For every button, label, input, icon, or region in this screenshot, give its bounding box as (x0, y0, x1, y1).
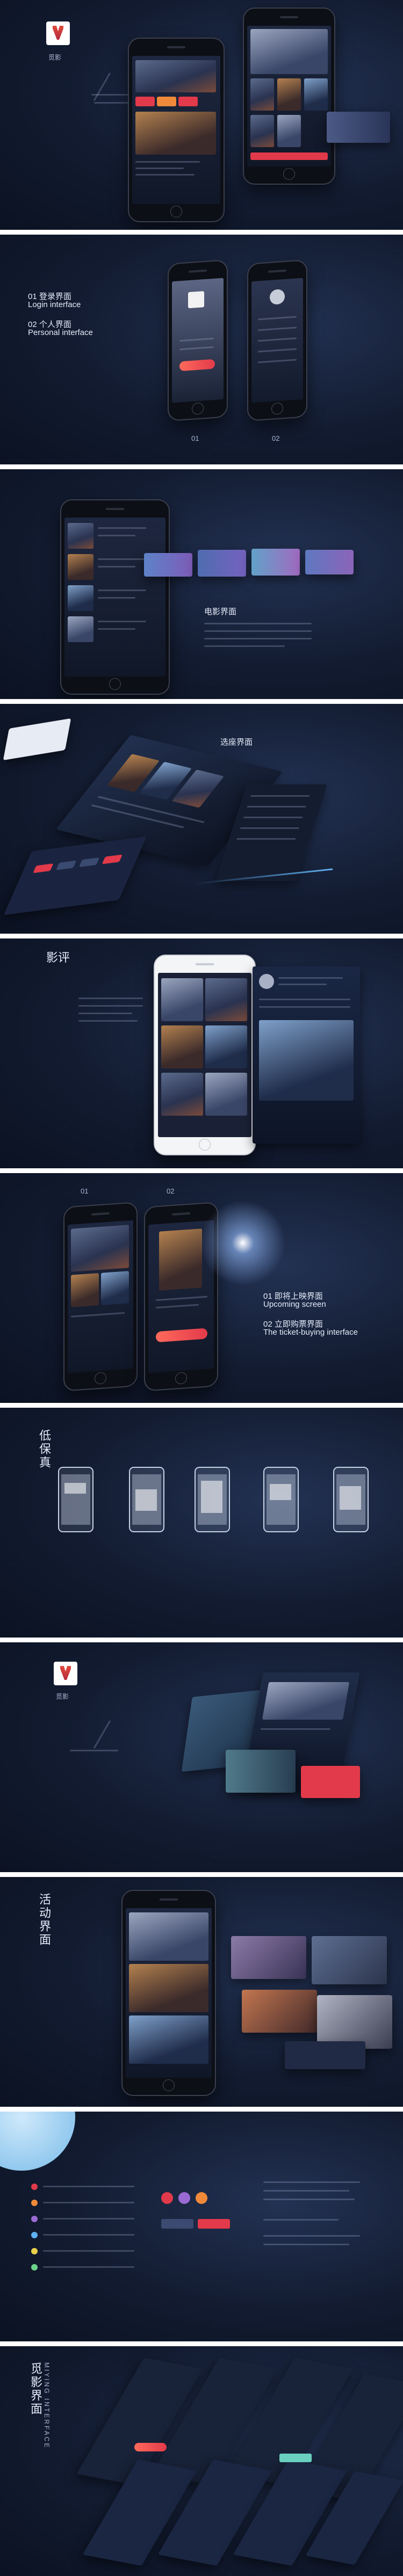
login-item1-en: Login interface (28, 300, 81, 309)
review-panel: 影评 (0, 938, 403, 1168)
brand-logo-icon-2 (54, 1662, 77, 1685)
upcoming-item1-en: Upcoming screen (263, 1300, 326, 1309)
activity-phone (121, 1890, 216, 2096)
login-item2-en: Personal interface (28, 328, 93, 337)
wireframe-4 (263, 1467, 299, 1532)
feature-heading: 觅影界面 (29, 2362, 42, 2416)
personal-phone (247, 259, 307, 421)
movie-panel: 电影界面 (0, 469, 403, 699)
wireframe-panel: 低保真 (0, 1408, 403, 1638)
login-phone (168, 259, 228, 421)
wireframe-heading: 低保真 (38, 1429, 51, 1469)
upcoming-phone (63, 1202, 138, 1392)
brand-panel: 觅影 (0, 1642, 403, 1872)
brand-name-2: 觅影 (56, 1693, 69, 1700)
hero-panel: 觅影 (0, 0, 403, 230)
hero-phone-right (243, 8, 335, 185)
decor-circle (0, 2112, 75, 2171)
seat-panel: 选座界面 (0, 704, 403, 934)
feature-subheading: MIYING INTERFACE (43, 2362, 51, 2449)
movie-heading: 电影界面 (204, 607, 237, 616)
upcoming-label-02: 02 (167, 1187, 175, 1195)
hero-phone-left (128, 38, 225, 222)
seat-heading: 选座界面 (220, 738, 253, 747)
upcoming-panel: 01 02 01 即将上映界面 Upcoming screen 02 立即购票界… (0, 1173, 403, 1403)
upcoming-item2-en: The ticket-buying interface (263, 1328, 358, 1337)
review-phone (154, 955, 256, 1155)
login-panel: 01 登录界面 Login interface 02 个人界面 Personal… (0, 235, 403, 464)
review-heading: 影评 (46, 951, 70, 964)
login-label-02: 02 (272, 434, 280, 442)
upcoming-label-01: 01 (81, 1187, 89, 1195)
wireframe-5 (333, 1467, 369, 1532)
wireframe-1 (58, 1467, 93, 1532)
spec-panel (0, 2112, 403, 2341)
login-label-01: 01 (191, 434, 199, 442)
activity-panel: 活动界面 (0, 1877, 403, 2107)
wireframe-3 (195, 1467, 230, 1532)
activity-heading: 活动界面 (38, 1893, 51, 1947)
brand-logo-icon (46, 21, 70, 45)
wireframe-2 (129, 1467, 164, 1532)
brand-name: 觅影 (48, 54, 62, 61)
review-detail-card (253, 966, 360, 1144)
movie-phone (60, 499, 170, 695)
finale-panel: 觅影界面 MIYING INTERFACE (0, 2346, 403, 2576)
